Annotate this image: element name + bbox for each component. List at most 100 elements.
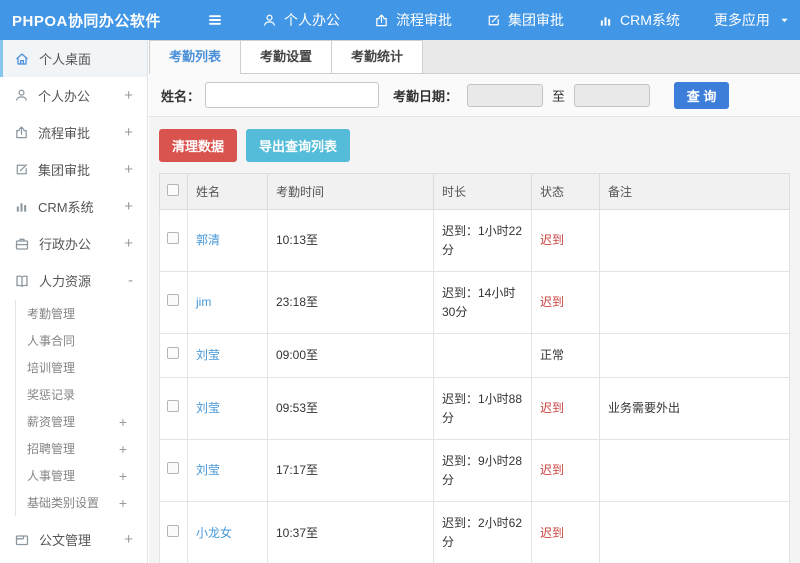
status-cell: 迟到 [531,208,600,273]
to-label: 至 [552,88,566,104]
sidebar-subitem[interactable]: 奖惩记录 [16,381,147,408]
employee-name-link[interactable]: jim [196,295,211,309]
duration-cell [433,333,532,378]
table-row: jim 23:18至 迟到：14小时30分 迟到 [159,271,790,335]
expand-plus-icon[interactable]: + [119,414,127,430]
status-badge: 迟到 [540,295,565,310]
top-nav-item[interactable]: 集团审批 [486,10,564,30]
row-checkbox[interactable] [167,462,179,475]
name-cell: 刘莹 [187,376,268,441]
sidebar-item[interactable]: 个人桌面 [0,40,147,77]
sidebar-subitem-label: 基础类别设置 [27,496,100,510]
remark-cell [599,333,790,378]
row-checkbox[interactable] [167,400,179,413]
expand-plus-icon[interactable]: + [119,468,127,484]
remark-cell [599,439,790,503]
edit-icon [486,13,501,28]
expand-plus-icon[interactable]: + [124,198,133,215]
sidebar-subitem-label: 奖惩记录 [27,388,76,402]
expand-plus-icon[interactable]: + [124,87,133,104]
expand-plus-icon[interactable]: + [124,124,133,141]
expand-plus-icon[interactable]: + [124,235,133,252]
chart-icon [598,13,613,28]
home-icon [14,51,30,67]
sidebar-subitem[interactable]: 基础类别设置 + [16,489,147,516]
row-checkbox[interactable] [167,232,179,245]
sidebar-item[interactable]: 人力资源 - [0,262,147,299]
time-cell: 23:18至 [267,271,434,335]
sidebar-subitem[interactable]: 培训管理 [16,354,147,381]
select-all-checkbox[interactable] [167,184,179,196]
sidebar-item-label: 公文管理 [39,533,92,548]
filter-bar: 姓名： 考勤日期： 至 查 询 [149,74,800,117]
briefcase-icon [14,236,30,252]
remark-cell [599,271,790,335]
collapse-minus-icon[interactable]: - [128,272,133,289]
sidebar-subitem[interactable]: 人事合同 [16,327,147,354]
time-cell: 09:53至 [267,376,434,441]
name-input[interactable] [205,82,380,108]
expand-plus-icon[interactable]: + [124,531,133,548]
search-button[interactable]: 查 询 [674,81,730,109]
row-checkbox[interactable] [167,294,179,307]
employee-name-link[interactable]: 刘莹 [196,348,220,362]
row-checkbox-cell [159,271,188,335]
tab-attendance-settings[interactable]: 考勤设置 [240,40,333,73]
sidebar-subitem-label: 考勤管理 [27,307,76,321]
row-checkbox-cell [159,439,188,503]
tab-bar: 考勤列表 考勤设置 考勤统计 [149,40,800,74]
status-badge: 迟到 [540,525,565,540]
employee-name-link[interactable]: 刘莹 [196,401,220,415]
top-nav-item-label: CRM系统 [620,12,680,28]
sidebar-subitem[interactable]: 薪资管理 + [16,408,147,435]
date-to-input[interactable] [574,83,651,107]
sidebar-item[interactable]: 用车管理+ [0,558,147,563]
duration-line: 迟到：1小时88分 [442,391,523,425]
expand-plus-icon[interactable]: + [119,495,127,511]
top-nav-item[interactable]: 流程审批 [374,10,452,30]
tab-attendance-stats[interactable]: 考勤统计 [331,40,424,73]
tab-attendance-list[interactable]: 考勤列表 [149,40,242,74]
attendance-table: 姓名 考勤时间 时长 状态 备注 郭清 10:13至 迟到：1小时22分 迟到 jim 23:18… [159,173,790,563]
table-header-row: 姓名 考勤时间 时长 状态 备注 [159,173,790,210]
hamburger-icon[interactable] [206,12,224,28]
top-nav-item[interactable]: CRM系统 [598,10,680,30]
duration-cell: 迟到：1小时88分 [433,376,532,441]
time-cell: 10:37至 [267,501,434,563]
clear-data-button[interactable]: 清理数据 [159,129,238,162]
more-apps-menu[interactable]: 更多应用 [714,10,790,30]
sidebar-item[interactable]: CRM系统 + [0,188,147,225]
status-badge: 正常 [540,348,565,363]
date-from-input[interactable] [467,83,544,107]
column-header: 状态 [531,173,600,210]
table-row: 刘莹 09:53至 迟到：1小时88分 迟到 业务需要外出 [159,376,790,441]
sidebar-item-label: 个人办公 [38,89,91,104]
status-cell: 迟到 [531,271,600,335]
sidebar-item-label: 个人桌面 [39,52,92,67]
sidebar-submenu: 考勤管理 人事合同 培训管理 奖惩记录 薪资管理 + 招聘管理 + 人事管理 + 基础类别设置 + [0,299,147,521]
row-checkbox[interactable] [167,524,179,537]
sidebar-item[interactable]: 个人办公 + [0,77,147,114]
sidebar-item[interactable]: 公文管理 + [0,521,147,558]
employee-name-link[interactable]: 刘莹 [196,463,220,477]
sidebar-subitem[interactable]: 招聘管理 + [16,435,147,462]
sidebar-subitem[interactable]: 考勤管理 [16,300,147,327]
time-cell: 17:17至 [267,439,434,503]
export-list-button[interactable]: 导出查询列表 [246,129,351,162]
row-checkbox[interactable] [167,347,179,360]
sidebar-subitem-label: 招聘管理 [27,442,76,456]
sidebar-item[interactable]: 流程审批 + [0,114,147,151]
employee-name-link[interactable]: 小龙女 [196,526,232,540]
sidebar-subitem-label: 薪资管理 [27,415,76,429]
sidebar-item[interactable]: 行政办公 + [0,225,147,262]
expand-plus-icon[interactable]: + [119,441,127,457]
top-nav-item[interactable]: 个人办公 [262,10,340,30]
status-cell: 迟到 [531,439,600,503]
sidebar-subitem[interactable]: 人事管理 + [16,462,147,489]
employee-name-link[interactable]: 郭清 [196,233,220,247]
share-icon [14,125,29,140]
expand-plus-icon[interactable]: + [124,161,133,178]
share-icon [374,13,389,28]
sidebar-item[interactable]: 集团审批 + [0,151,147,188]
top-nav-item-label: 流程审批 [396,12,452,28]
